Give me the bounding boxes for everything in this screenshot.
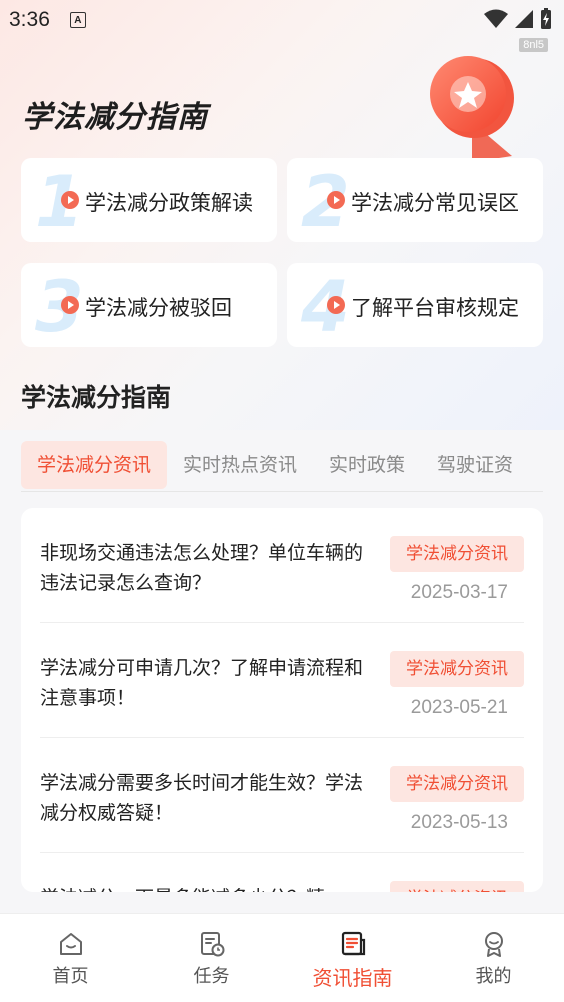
play-icon <box>327 191 345 209</box>
tab-hot-news[interactable]: 实时热点资讯 <box>167 441 313 489</box>
tab-realtime-policy[interactable]: 实时政策 <box>313 441 421 489</box>
play-icon <box>327 296 345 314</box>
tab-law-points-news[interactable]: 学法减分资讯 <box>21 440 168 489</box>
tabbar-profile[interactable]: 我的 <box>423 914 564 1002</box>
tabbar-task[interactable]: 任务 <box>141 914 282 1002</box>
tabbar-home[interactable]: 首页 <box>0 914 141 1002</box>
card-label: 学法减分政策解读 <box>85 191 253 215</box>
article-title: 学法减分一下最多能减多少分？精 <box>40 883 370 892</box>
corner-tag: 8nl5 <box>519 38 548 52</box>
notification-a-icon: A <box>69 12 86 28</box>
status-bar: 3:36 A <box>0 0 564 40</box>
guide-card-1[interactable]: 1 学法减分政策解读 <box>21 158 277 242</box>
status-icons <box>484 8 552 30</box>
home-icon <box>59 933 82 955</box>
star-badge-illustration <box>430 56 514 162</box>
tabbar-label: 资讯指南 <box>312 966 393 990</box>
hero-title: 学法减分指南 <box>22 100 208 135</box>
tabbar-label: 我的 <box>475 966 512 987</box>
bottom-tab-bar: 首页 任务 资讯指南 我的 <box>0 913 564 1002</box>
card-label: 学法减分常见误区 <box>351 191 519 215</box>
task-icon <box>200 932 224 957</box>
article-title: 非现场交通违法怎么处理？单位车辆的违法记录怎么查询？ <box>40 542 364 594</box>
article-tag: 学法减分资讯 <box>390 536 524 572</box>
tabbar-news-guide[interactable]: 资讯指南 <box>282 914 423 1002</box>
tabbar-label: 首页 <box>52 966 89 987</box>
wifi-icon <box>484 9 508 28</box>
play-icon <box>61 296 79 314</box>
signal-icon <box>515 10 533 28</box>
play-icon <box>61 191 79 209</box>
status-time: 3:36 <box>9 8 50 31</box>
article-row[interactable]: 学法减分可申请几次？了解申请流程和注意事项！ 学法减分资讯 2023-05-21 <box>40 623 524 738</box>
article-list: 非现场交通违法怎么处理？单位车辆的违法记录怎么查询？ 学法减分资讯 2025-0… <box>21 508 543 892</box>
category-tabs: 学法减分资讯 实时热点资讯 实时政策 驾驶证资 <box>21 438 543 492</box>
card-label: 了解平台审核规定 <box>351 296 519 320</box>
tabbar-label: 任务 <box>193 966 230 987</box>
article-tag: 学法减分资讯 <box>390 766 524 802</box>
guide-card-4[interactable]: 4 了解平台审核规定 <box>287 263 543 347</box>
article-date: 2023-05-21 <box>410 697 508 718</box>
article-title: 学法减分可申请几次？了解申请流程和注意事项！ <box>40 657 364 709</box>
card-label: 学法减分被驳回 <box>85 296 232 320</box>
article-row[interactable]: 学法减分需要多长时间才能生效？学法减分权威答疑！ 学法减分资讯 2023-05-… <box>40 738 524 853</box>
article-row[interactable]: 非现场交通违法怎么处理？单位车辆的违法记录怎么查询？ 学法减分资讯 2025-0… <box>40 508 524 623</box>
guide-card-3[interactable]: 3 学法减分被驳回 <box>21 263 277 347</box>
article-row[interactable]: 学法减分一下最多能减多少分？精 学法减分资讯 <box>40 853 524 892</box>
profile-icon <box>484 932 503 957</box>
article-date: 2023-05-13 <box>410 812 508 833</box>
article-title: 学法减分需要多长时间才能生效？学法减分权威答疑！ <box>40 772 364 824</box>
article-date: 2025-03-17 <box>410 582 508 603</box>
article-tag: 学法减分资讯 <box>390 881 524 892</box>
article-tag: 学法减分资讯 <box>390 651 524 687</box>
guide-card-2[interactable]: 2 学法减分常见误区 <box>287 158 543 242</box>
section-title: 学法减分指南 <box>21 383 172 412</box>
news-icon <box>341 931 365 956</box>
tab-license[interactable]: 驾驶证资 <box>421 441 529 489</box>
battery-icon <box>541 8 551 29</box>
